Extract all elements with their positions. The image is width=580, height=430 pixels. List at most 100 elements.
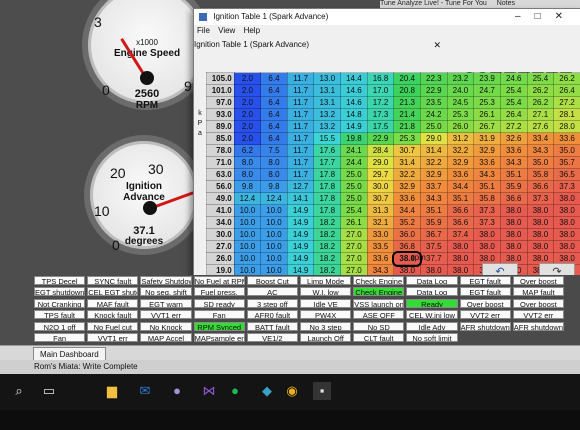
table-cell[interactable]: 28.0	[553, 120, 580, 133]
table-cell[interactable]: 10.0	[233, 204, 262, 217]
table-cell[interactable]: 14.9	[340, 120, 368, 133]
table-cell[interactable]: 26.0	[446, 120, 475, 133]
table-cell[interactable]: 26.2	[553, 72, 580, 85]
load-bin-label[interactable]: 56.0	[206, 180, 235, 193]
table-cell[interactable]: 10.0	[260, 216, 288, 229]
table-cell[interactable]: 38.0	[499, 240, 528, 253]
table-cell[interactable]: 32.9	[446, 156, 475, 169]
table-cell[interactable]: 35.1	[499, 168, 528, 181]
table-cell[interactable]: 24.6	[499, 72, 528, 85]
table-cell[interactable]: 2.0	[233, 96, 262, 109]
table-cell[interactable]: 36.7	[419, 228, 448, 241]
table-cell[interactable]: 32.9	[473, 144, 501, 157]
load-bin-label[interactable]: 30.0	[206, 228, 235, 241]
table-cell[interactable]: 10.0	[233, 240, 262, 253]
tuner-icon[interactable]: ◆	[258, 382, 276, 400]
table-cell[interactable]: 36.6	[446, 204, 475, 217]
table-cell[interactable]: 27.6	[526, 120, 555, 133]
table-cell[interactable]: 25.4	[526, 72, 555, 85]
table-cell[interactable]: 26.2	[526, 96, 555, 109]
table-cell[interactable]: 34.3	[419, 192, 448, 205]
table-cell[interactable]: 26.4	[553, 84, 580, 97]
table-cell[interactable]: 17.8	[313, 180, 342, 193]
table-cell[interactable]: 13.0	[313, 72, 342, 85]
table-cell[interactable]: 25.0	[419, 120, 448, 133]
table-cell[interactable]: 8.0	[260, 168, 288, 181]
table-cell[interactable]: 24.1	[340, 144, 368, 157]
table-cell[interactable]: 38.0	[446, 252, 475, 265]
table-cell[interactable]: 28.1	[553, 108, 580, 121]
visual-studio-icon[interactable]: ⋈	[200, 382, 218, 400]
table-cell[interactable]: 27.1	[526, 108, 555, 121]
load-bin-label[interactable]: 101.0	[206, 84, 235, 97]
table-cell[interactable]: 22.9	[419, 84, 448, 97]
table-cell[interactable]: 26.7	[473, 120, 501, 133]
spotify-icon[interactable]: ●	[226, 382, 244, 400]
table-cell[interactable]: 6.4	[260, 132, 288, 145]
table-cell[interactable]: 14.1	[286, 192, 315, 205]
menu-file[interactable]: File	[197, 26, 210, 35]
table-cell[interactable]: 35.0	[526, 156, 555, 169]
table-cell[interactable]: 26.1	[473, 108, 501, 121]
table-cell[interactable]: 25.4	[340, 204, 368, 217]
table-cell[interactable]: 35.1	[446, 192, 475, 205]
table-cell[interactable]: 38.0	[553, 192, 580, 205]
table-cell[interactable]: 36.8	[393, 240, 421, 253]
load-bin-label[interactable]: 97.0	[206, 96, 235, 109]
table-cell[interactable]: 25.4	[499, 84, 528, 97]
table-cell[interactable]: 38.0	[526, 240, 555, 253]
table-cell[interactable]: 26.4	[499, 108, 528, 121]
table-cell[interactable]: 37.3	[553, 180, 580, 193]
table-cell[interactable]: 8.0	[233, 156, 262, 169]
table-cell[interactable]: 38.0	[553, 228, 580, 241]
load-bin-label[interactable]: 34.0	[206, 216, 235, 229]
table-cell[interactable]: 15.5	[313, 132, 342, 145]
table-cell[interactable]: 31.4	[393, 156, 421, 169]
file-explorer-icon[interactable]: ▆	[103, 382, 121, 400]
table-cell[interactable]: 30.0	[366, 180, 395, 193]
table-cell[interactable]: 25.3	[393, 132, 421, 145]
table-cell[interactable]: 18.2	[313, 240, 342, 253]
table-cell[interactable]: 25.3	[473, 96, 501, 109]
table-cell[interactable]: 10.0	[233, 252, 262, 265]
table-cell[interactable]: 38.0	[499, 204, 528, 217]
table-cell[interactable]: 6.4	[260, 120, 288, 133]
table-cell[interactable]: 14.9	[286, 228, 315, 241]
table-cell[interactable]: 17.8	[313, 192, 342, 205]
table-cell[interactable]: 30.7	[393, 144, 421, 157]
table-cell[interactable]: 38.0	[499, 228, 528, 241]
table-cell[interactable]: 14.8	[340, 108, 368, 121]
table-cell[interactable]: 36.5	[553, 168, 580, 181]
load-bin-label[interactable]: 78.0	[206, 144, 235, 157]
table-cell[interactable]: 17.3	[366, 108, 395, 121]
table-cell[interactable]: 6.4	[260, 84, 288, 97]
table-cell[interactable]: 17.6	[313, 144, 342, 157]
tab-main-dashboard[interactable]: Main Dashboard	[33, 347, 106, 361]
tunerstudio-icon[interactable]: ▪	[313, 382, 331, 400]
table-cell[interactable]: 19.8	[340, 132, 368, 145]
table-cell[interactable]: 17.5	[366, 120, 395, 133]
table-cell[interactable]: 10.0	[260, 252, 288, 265]
table-cell[interactable]: 32.6	[499, 132, 528, 145]
menu-help[interactable]: Help	[244, 26, 260, 35]
table-cell[interactable]: 32.2	[446, 144, 475, 157]
table-cell[interactable]: 2.0	[233, 108, 262, 121]
table-cell[interactable]: 11.7	[286, 168, 315, 181]
table-cell[interactable]: 12.7	[286, 180, 315, 193]
table-cell[interactable]: 27.2	[499, 120, 528, 133]
table-cell[interactable]: 20.8	[393, 84, 421, 97]
table-cell[interactable]: 34.3	[499, 156, 528, 169]
table-cell[interactable]: 23.2	[446, 72, 475, 85]
table-cell[interactable]: 35.1	[473, 180, 501, 193]
table-cell[interactable]: 11.7	[286, 144, 315, 157]
load-bin-label[interactable]: 89.0	[206, 120, 235, 133]
table-cell[interactable]: 14.4	[340, 72, 368, 85]
table-cell[interactable]: 38.0	[473, 240, 501, 253]
table-cell[interactable]: 34.4	[393, 204, 421, 217]
load-bin-label[interactable]: 85.0	[206, 132, 235, 145]
table-cell[interactable]: 31.3	[366, 204, 395, 217]
table-cell[interactable]: 11.7	[286, 108, 315, 121]
table-cell[interactable]: 11.7	[286, 120, 315, 133]
table-cell[interactable]: 2.0	[233, 72, 262, 85]
table-cell[interactable]: 29.0	[419, 132, 448, 145]
